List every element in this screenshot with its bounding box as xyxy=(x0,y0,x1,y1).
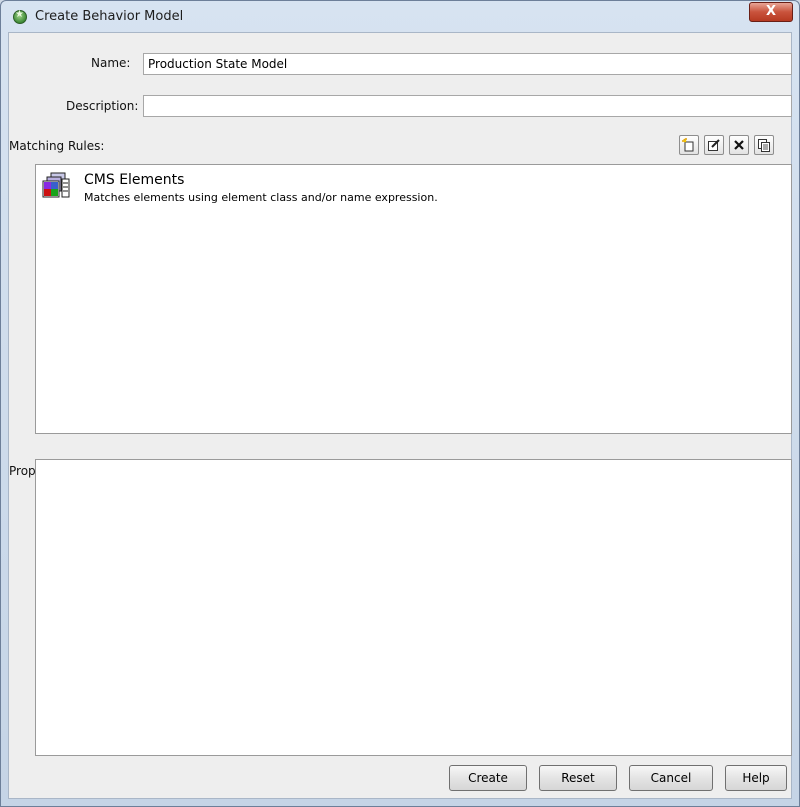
name-field[interactable]: Production State Model xyxy=(143,53,792,75)
help-button[interactable]: Help xyxy=(725,765,787,791)
new-rule-button[interactable] xyxy=(679,135,699,155)
copy-icon xyxy=(758,139,770,152)
matching-rules-list[interactable]: CMS Elements Matches elements using elem… xyxy=(35,164,792,434)
cms-elements-icon xyxy=(42,172,70,198)
new-icon xyxy=(682,138,694,152)
delete-rule-button[interactable] xyxy=(729,135,749,155)
copy-rule-button[interactable] xyxy=(754,135,774,155)
description-label: Description: xyxy=(66,99,139,113)
edit-icon xyxy=(708,139,720,151)
delete-icon xyxy=(734,140,744,150)
edit-rule-button[interactable] xyxy=(704,135,724,155)
rule-description: Matches elements using element class and… xyxy=(84,191,438,204)
window-title: Create Behavior Model xyxy=(35,9,184,24)
list-item[interactable]: CMS Elements Matches elements using elem… xyxy=(42,171,642,211)
create-behavior-model-window: Create Behavior Model X Name: Production… xyxy=(0,0,800,807)
name-label: Name: xyxy=(91,56,131,70)
matching-rules-toolbar xyxy=(679,135,774,155)
app-icon xyxy=(13,9,27,24)
cancel-button[interactable]: Cancel xyxy=(629,765,713,791)
rule-title: CMS Elements xyxy=(84,172,185,188)
reset-button[interactable]: Reset xyxy=(539,765,617,791)
property-pages-list[interactable] xyxy=(35,459,792,756)
dialog-content: Name: Production State Model Description… xyxy=(8,32,792,799)
create-button[interactable]: Create xyxy=(449,765,527,791)
matching-rules-label: Matching Rules: xyxy=(9,139,105,153)
title-bar: Create Behavior Model X xyxy=(1,1,799,33)
description-field[interactable] xyxy=(143,95,792,117)
close-button[interactable]: X xyxy=(749,2,793,22)
